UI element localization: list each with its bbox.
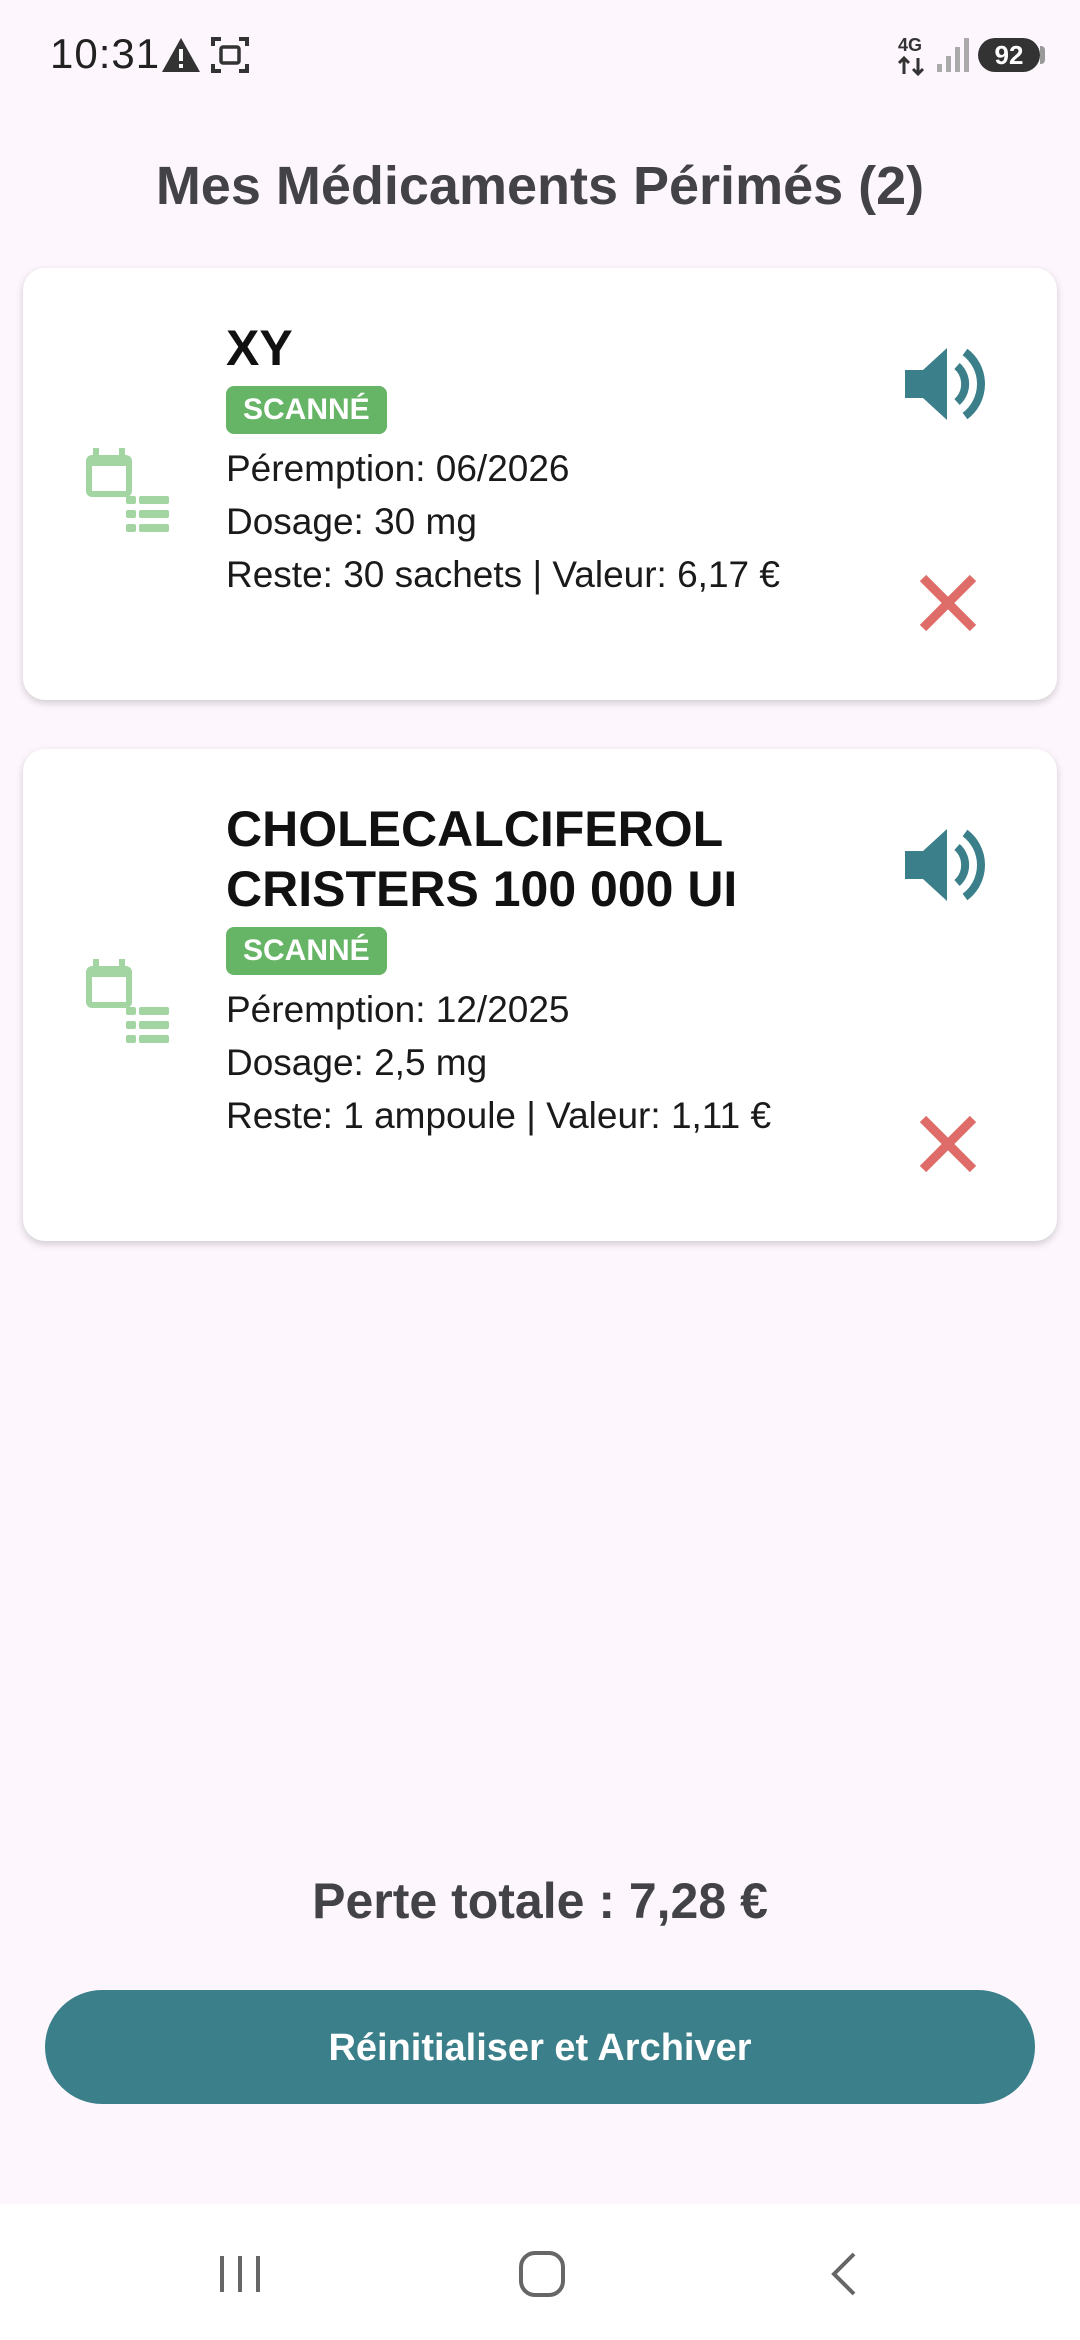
medication-card[interactable]: CHOLECALCIFEROL CRISTERS 100 000 UI SCAN…: [23, 749, 1057, 1241]
remaining-value: Reste: 30 sachets | Valeur: 6,17 €: [226, 554, 780, 595]
network-4g-icon: 4G: [897, 35, 925, 76]
calendar-list-icon: [86, 959, 169, 1043]
remaining-value: Reste: 1 ampoule | Valeur: 1,11 €: [226, 1095, 772, 1136]
calendar-list-icon: [86, 448, 169, 532]
signal-icon: [937, 38, 969, 72]
expiry-date: Péremption: 06/2026: [226, 448, 570, 489]
back-icon[interactable]: [816, 2244, 876, 2304]
medication-details: CHOLECALCIFEROL CRISTERS 100 000 UI SCAN…: [226, 799, 866, 1142]
scanned-badge: SCANNÉ: [226, 927, 387, 975]
speaker-icon[interactable]: [899, 817, 995, 913]
recent-apps-icon[interactable]: [210, 2244, 270, 2304]
home-icon[interactable]: [512, 2244, 572, 2304]
battery-icon: 92: [978, 38, 1040, 72]
network-label: 4G: [898, 35, 922, 55]
screenshot-icon: [211, 37, 249, 73]
navigation-bar: [0, 2204, 1080, 2340]
total-loss: Perte totale : 7,28 €: [312, 1873, 768, 1929]
scanned-badge: SCANNÉ: [226, 386, 387, 434]
dosage: Dosage: 2,5 mg: [226, 1042, 488, 1083]
medication-card[interactable]: XY SCANNÉ Péremption: 06/2026 Dosage: 30…: [23, 268, 1057, 700]
medication-details: XY SCANNÉ Péremption: 06/2026 Dosage: 30…: [226, 318, 866, 601]
medication-name-line-2: CRISTERS 100 000 UI: [226, 861, 738, 917]
status-bar: 10:31 4G 92: [0, 0, 1080, 120]
close-icon[interactable]: [913, 1109, 983, 1179]
page-title: Mes Médicaments Périmés (2): [155, 156, 925, 216]
status-time: 10:31: [50, 30, 161, 77]
medication-name: XY: [226, 320, 293, 376]
warning-icon: [162, 38, 200, 72]
speaker-icon[interactable]: [899, 336, 995, 432]
expiry-date: Péremption: 12/2025: [226, 989, 570, 1030]
dosage: Dosage: 30 mg: [226, 501, 477, 542]
close-icon[interactable]: [913, 568, 983, 638]
reset-archive-button[interactable]: Réinitialiser et Archiver: [45, 1990, 1035, 2104]
battery-tip: [1040, 46, 1045, 64]
medication-name-line-1: CHOLECALCIFEROL: [226, 801, 724, 857]
